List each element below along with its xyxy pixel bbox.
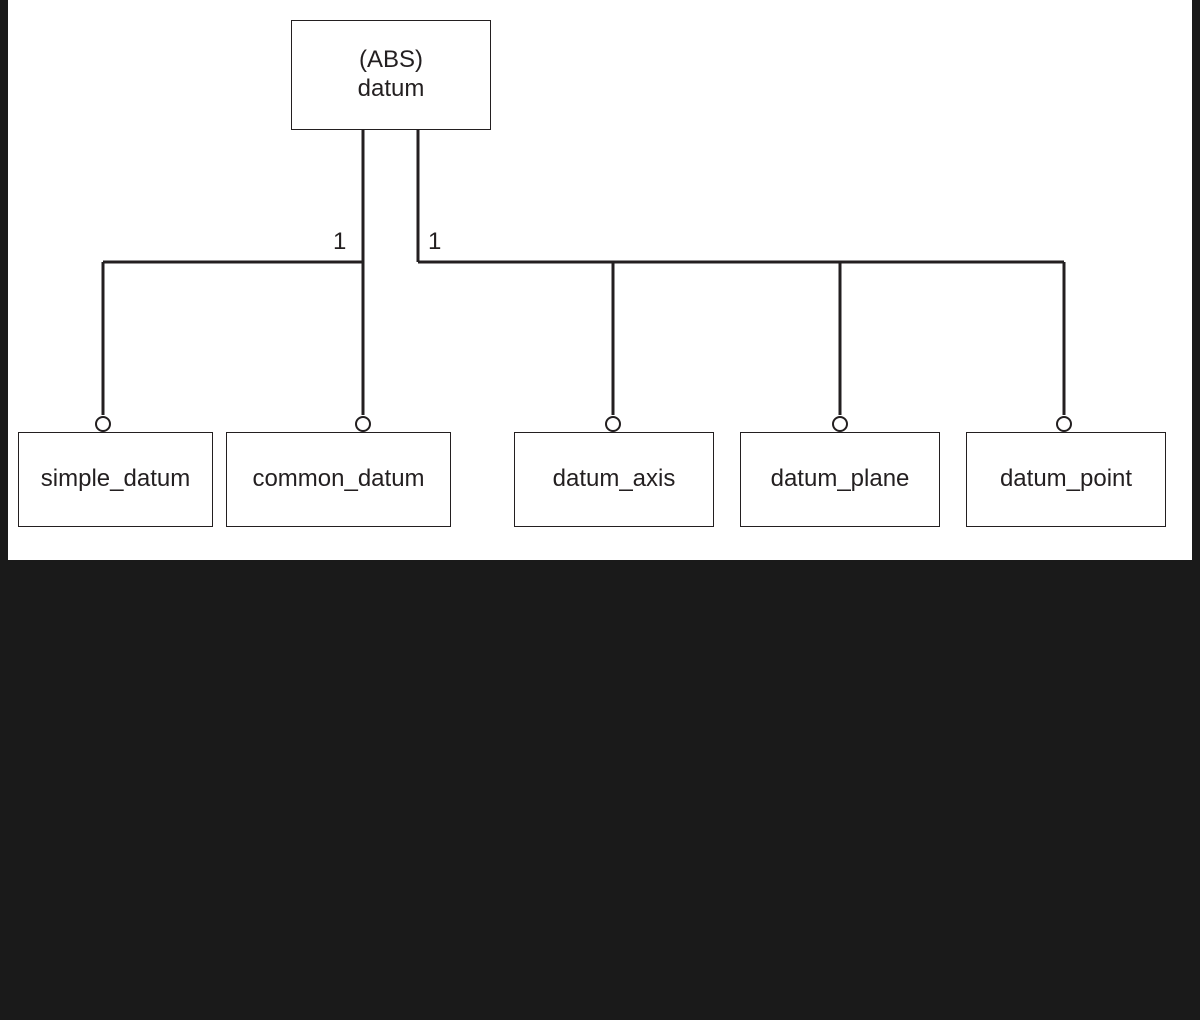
diagram-canvas: 1 1 (ABS) datum simple_datum common_datu… bbox=[8, 0, 1192, 560]
entity-name: datum bbox=[358, 75, 425, 104]
entity-name: datum_plane bbox=[771, 465, 910, 494]
entity-name: datum_point bbox=[1000, 465, 1132, 494]
constraint-label-right: 1 bbox=[428, 228, 441, 256]
entity-annotation: (ABS) bbox=[359, 46, 423, 75]
entity-name: simple_datum bbox=[41, 465, 190, 494]
entity-simple-datum: simple_datum bbox=[18, 432, 213, 527]
entity-datum-point: datum_point bbox=[966, 432, 1166, 527]
entity-datum-plane: datum_plane bbox=[740, 432, 940, 527]
entity-name: common_datum bbox=[252, 465, 424, 494]
entity-name: datum_axis bbox=[553, 465, 676, 494]
entity-datum: (ABS) datum bbox=[291, 20, 491, 130]
entity-datum-axis: datum_axis bbox=[514, 432, 714, 527]
constraint-label-left: 1 bbox=[333, 228, 346, 256]
entity-common-datum: common_datum bbox=[226, 432, 451, 527]
